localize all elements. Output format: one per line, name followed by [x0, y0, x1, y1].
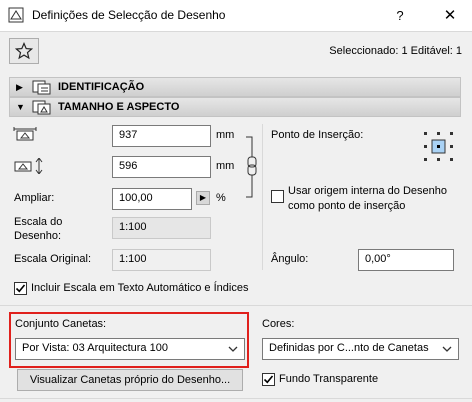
height-icon [14, 158, 43, 174]
help-button[interactable]: ? [388, 6, 412, 26]
include-scale-checkbox[interactable] [14, 282, 27, 295]
window-title: Definições de Selecção de Desenho [32, 8, 226, 22]
pen-set-value: Por Vista: 03 Arquitectura 100 [22, 342, 168, 354]
width-input[interactable]: 937 [112, 125, 211, 147]
checkmark-icon [15, 284, 26, 293]
use-origin-checkbox[interactable] [271, 190, 284, 203]
height-unit: mm [216, 160, 235, 172]
chevron-down-icon [228, 346, 238, 352]
magnify-arrow-button[interactable]: ▶ [196, 191, 210, 205]
original-scale-value: 1:100 [112, 249, 211, 271]
magnify-input[interactable]: 100,00 [112, 188, 192, 210]
magnify-label: Ampliar: [14, 192, 55, 204]
section-identification-label: IDENTIFICAÇÃO [58, 81, 145, 93]
transparent-background-label: Fundo Transparente [279, 373, 379, 385]
magnify-unit: % [216, 192, 226, 204]
colors-value: Definidas por C...nto de Canetas [269, 342, 429, 354]
chain-link-icon[interactable] [245, 135, 259, 199]
favorites-button[interactable] [9, 38, 39, 64]
use-origin-label: Usar origem interna do Desenho como pont… [288, 185, 447, 212]
section-identification[interactable]: ▶ IDENTIFICAÇÃO [9, 77, 461, 97]
drawing-size-icon [32, 100, 51, 115]
include-scale-label: Incluir Escala em Texto Automático e Índ… [31, 282, 249, 294]
width-unit: mm [216, 129, 235, 141]
chevron-down-icon [442, 346, 452, 352]
title-bar: Definições de Selecção de Desenho ? ✕ [0, 0, 472, 32]
bottom-divider [0, 398, 472, 399]
drawing-scale-value: 1:100 [119, 221, 147, 233]
anchor-point-label: Ponto de Inserção: [271, 129, 364, 141]
transparent-background-checkbox[interactable] [262, 373, 275, 386]
id-card-icon [32, 80, 51, 95]
angle-input[interactable]: 0,00° [358, 249, 454, 271]
drawing-app-icon [8, 7, 24, 23]
width-icon [13, 127, 37, 141]
section-size-aspect[interactable]: ▼ TAMANHO E ASPECTO [9, 97, 461, 117]
close-button[interactable]: ✕ [438, 6, 462, 26]
pen-set-label: Conjunto Canetas: [15, 318, 107, 330]
colors-label: Cores: [262, 318, 295, 330]
checkmark-icon [263, 375, 274, 384]
collapse-arrow-icon: ▼ [16, 102, 25, 112]
section-size-label: TAMANHO E ASPECTO [58, 101, 180, 113]
pen-set-select[interactable]: Por Vista: 03 Arquitectura 100 [15, 338, 245, 360]
selection-count: Seleccionado: 1 Editável: 1 [329, 45, 462, 57]
star-icon [15, 42, 33, 60]
anchor-point-grid[interactable] [422, 130, 456, 164]
drawing-scale-label: Escala do Desenho: [14, 216, 63, 242]
colors-select[interactable]: Definidas por C...nto de Canetas [262, 338, 459, 360]
drawing-scale-select[interactable]: 1:100 [112, 217, 211, 239]
angle-label: Ângulo: [271, 253, 309, 265]
section-divider [0, 305, 472, 306]
view-drawing-pens-button[interactable]: Visualizar Canetas próprio do Desenho... [17, 369, 243, 391]
expand-arrow-icon: ▶ [16, 82, 23, 92]
column-divider [262, 124, 263, 270]
height-input[interactable]: 596 [112, 156, 211, 178]
original-scale-label: Escala Original: [14, 253, 92, 265]
